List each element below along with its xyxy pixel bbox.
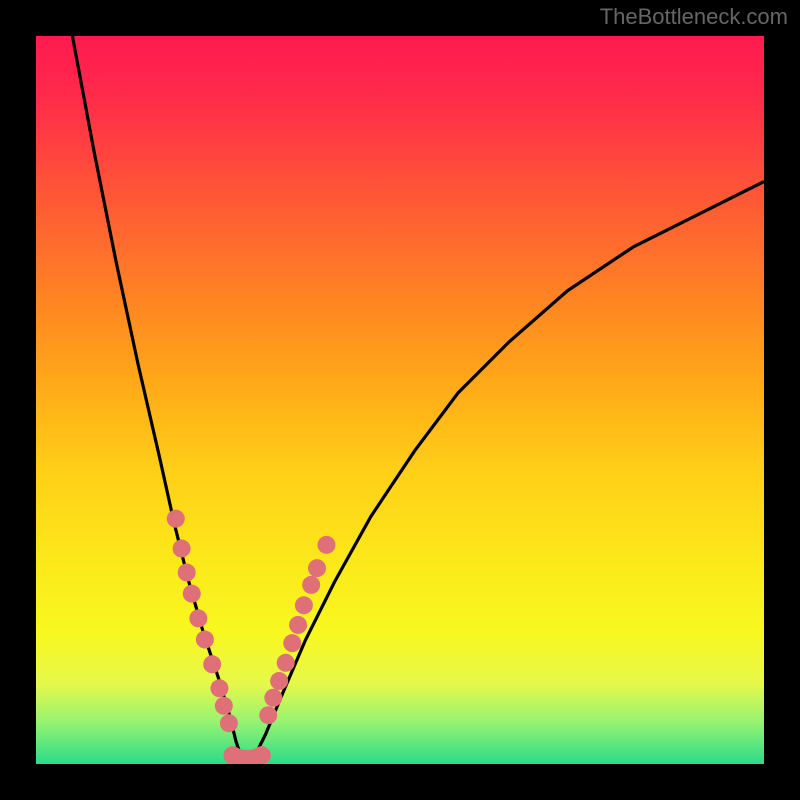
left-branch-markers-4 — [189, 609, 207, 627]
watermark-label: TheBottleneck.com — [600, 4, 788, 30]
left-branch-markers-5 — [196, 631, 214, 649]
right-branch-markers-2 — [270, 672, 288, 690]
left-branch-markers-9 — [220, 714, 238, 732]
left-branch-markers-6 — [203, 655, 221, 673]
chart-container: TheBottleneck.com — [0, 0, 800, 800]
left-branch-markers-0 — [167, 510, 185, 528]
marker-layer — [167, 510, 336, 764]
chart-svg — [36, 36, 764, 764]
plot-area — [36, 36, 764, 764]
valley-bottom-markers-5 — [253, 746, 271, 764]
right-branch-markers-9 — [317, 536, 335, 554]
curve-right-branch — [254, 182, 764, 757]
right-branch-markers-3 — [277, 654, 295, 672]
left-branch-markers-8 — [215, 697, 233, 715]
right-branch-markers-1 — [264, 689, 282, 707]
right-branch-markers-0 — [259, 706, 277, 724]
right-branch-markers-5 — [289, 616, 307, 634]
curve-layer — [72, 36, 764, 759]
left-branch-markers-7 — [210, 679, 228, 697]
curve-left-branch — [72, 36, 241, 757]
left-branch-markers-3 — [183, 585, 201, 603]
right-branch-markers-6 — [295, 596, 313, 614]
right-branch-markers-4 — [283, 634, 301, 652]
right-branch-markers-7 — [302, 576, 320, 594]
left-branch-markers-2 — [178, 564, 196, 582]
left-branch-markers-1 — [173, 540, 191, 558]
right-branch-markers-8 — [308, 559, 326, 577]
